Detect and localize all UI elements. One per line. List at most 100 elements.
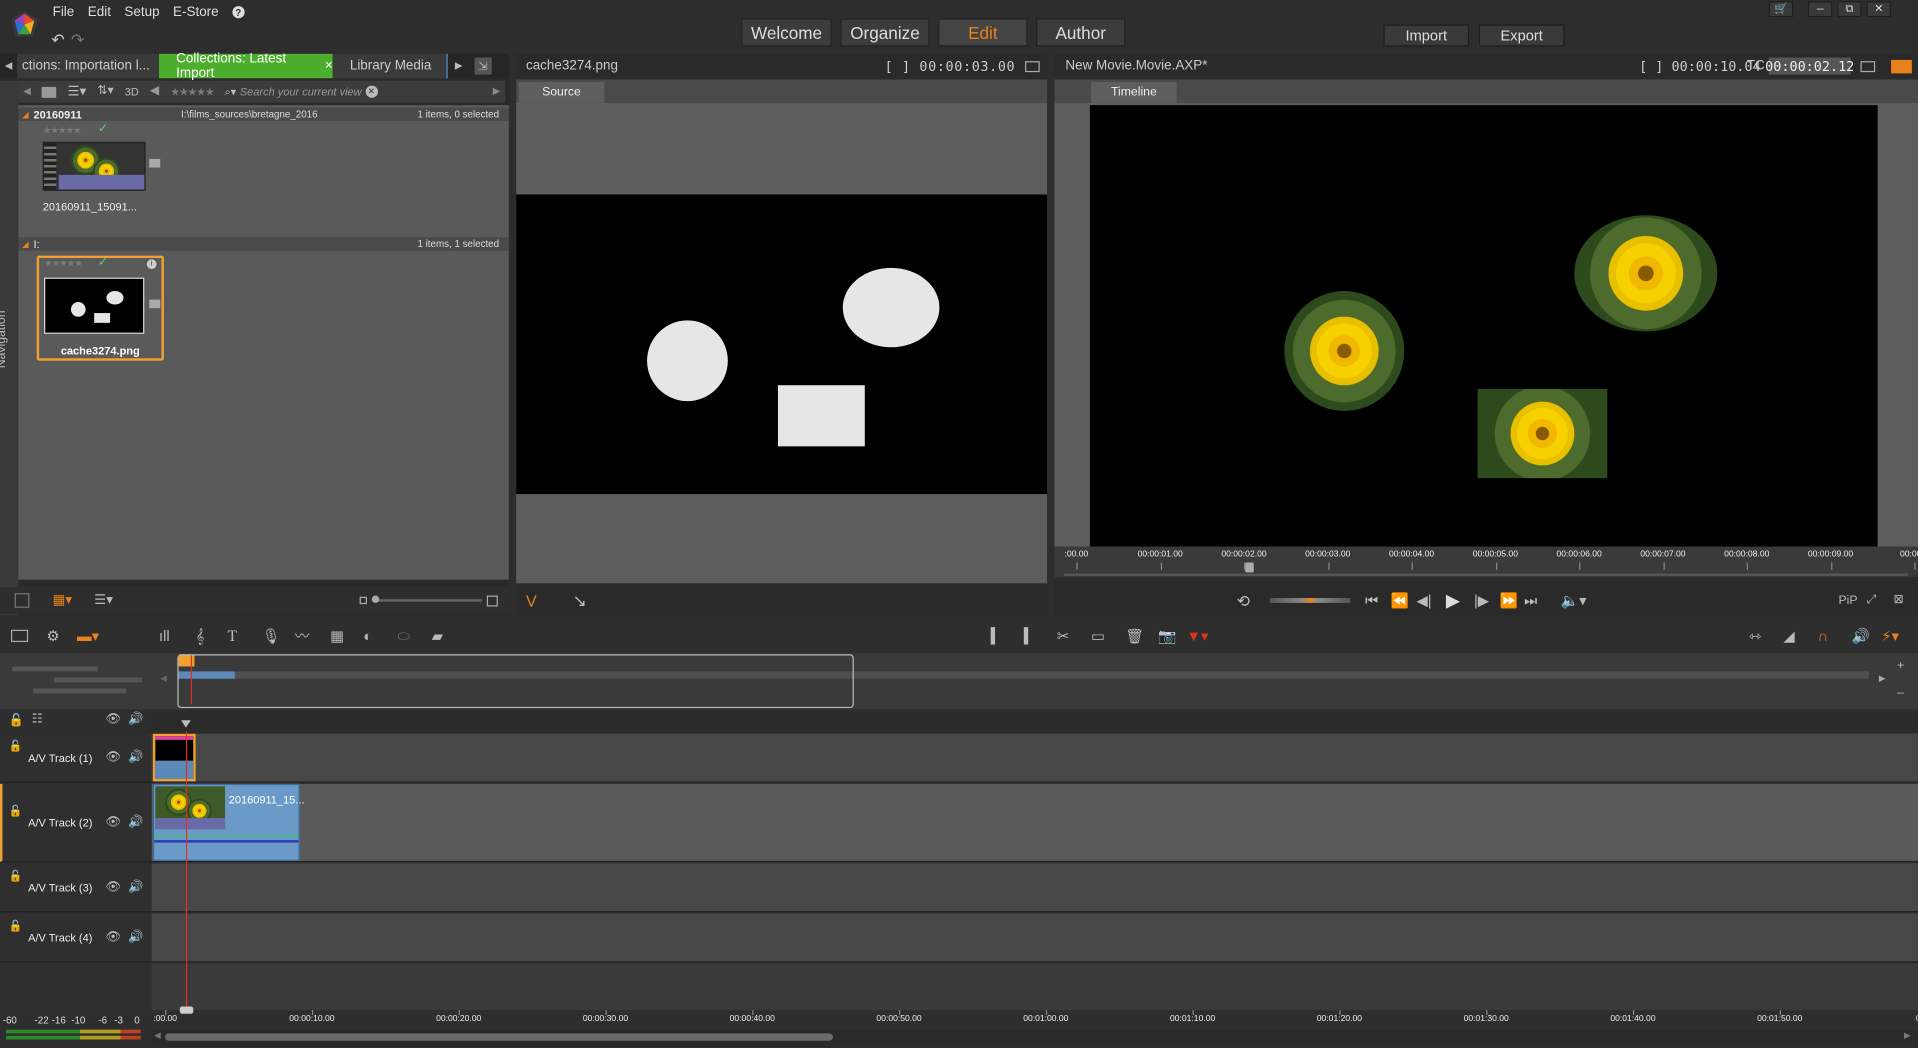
timeline-playhead[interactable]	[185, 731, 188, 1016]
tab-importation[interactable]: ctions: Importation l...	[17, 53, 160, 79]
track-lane[interactable]	[151, 733, 1918, 783]
voiceover-icon[interactable]: 🎙	[262, 629, 281, 644]
storyboard-icon[interactable]	[11, 629, 29, 643]
snapshot-icon[interactable]: 📷	[1158, 629, 1176, 644]
track-audio-icon[interactable]: 🔊	[128, 751, 143, 763]
zoom-in-icon[interactable]	[486, 594, 498, 606]
step-back-icon[interactable]: ◀|	[1416, 593, 1431, 608]
lock-icon[interactable]: 🔓	[9, 870, 23, 882]
restore-button[interactable]: ⧉	[1837, 1, 1862, 18]
marker-icon[interactable]: ▼▾	[1187, 629, 1209, 644]
tab-timeline[interactable]: Timeline	[1091, 81, 1177, 103]
tab-edit[interactable]: Edit	[938, 18, 1028, 47]
group-header[interactable]: ◢ I: 1 items, 1 selected	[18, 237, 509, 251]
folder-icon[interactable]	[41, 86, 57, 98]
smart-mode-icon[interactable]: ⚡▾	[1881, 629, 1899, 644]
next-frame-icon[interactable]: ⏩	[1500, 593, 1518, 608]
magnet-icon[interactable]: ∩	[1818, 629, 1829, 644]
timeline-clip[interactable]: 20160911_15...	[152, 783, 304, 861]
scorefitter-icon[interactable]: 〰	[295, 629, 310, 644]
detach-icon[interactable]	[1860, 60, 1876, 72]
visibility-all-icon[interactable]: 👁	[105, 714, 121, 726]
video-toggle[interactable]: V	[526, 591, 537, 609]
audio-scrub-icon[interactable]: 🔊	[1852, 629, 1870, 644]
grid-view-icon[interactable]: ▦▾	[53, 593, 72, 607]
motion-tracking-icon[interactable]: ⬭	[398, 629, 411, 644]
trim-icon[interactable]: ▭	[1091, 629, 1105, 644]
media-item[interactable]: ★★★★★ ✓ 20160911_15091...	[39, 122, 164, 228]
app-logo[interactable]	[10, 10, 39, 39]
rating-stars-icon[interactable]: ★★★★★	[43, 125, 82, 136]
scrollbar-thumb[interactable]	[165, 1033, 833, 1041]
layout-toggle-icon[interactable]	[1891, 59, 1912, 73]
zoom-out-icon[interactable]	[359, 596, 367, 605]
rating-stars-icon[interactable]: ★★★★★	[44, 258, 83, 269]
thumbnail-size-slider[interactable]	[371, 595, 482, 603]
track-lane[interactable]	[151, 863, 1918, 913]
shuttle-slider[interactable]	[1269, 597, 1351, 603]
pip-button[interactable]: PiP	[1838, 594, 1857, 607]
playhead-handle[interactable]	[179, 1006, 194, 1014]
tab-welcome[interactable]: Welcome	[741, 18, 832, 47]
step-forward-icon[interactable]: |▶	[1474, 593, 1489, 608]
settings-icon[interactable]: ⚙	[46, 629, 59, 644]
previous-frame-icon[interactable]: ⏪	[1391, 593, 1409, 608]
track-audio-icon[interactable]: 🔊	[128, 816, 143, 828]
detach-icon[interactable]	[1025, 60, 1040, 72]
preview-toggle-icon[interactable]	[14, 593, 30, 608]
timeline-clip[interactable]	[152, 733, 196, 782]
lock-all-icon[interactable]: 🔓	[9, 715, 24, 727]
crop-icon[interactable]: ⊠	[1894, 594, 1904, 606]
mark-out-icon[interactable]: ▍	[1024, 629, 1035, 644]
navigator-scroll-right-icon[interactable]: ▶	[1879, 675, 1886, 684]
group-header[interactable]: ◢ 20160911 I:\films_sources\bretagne_201…	[18, 107, 509, 122]
player-ruler[interactable]: :00.00 00:00:01.00 00:00:02.00 00:00:03.00 0…	[1054, 546, 1918, 578]
send-to-timeline-icon[interactable]: ↘	[572, 592, 586, 609]
export-button[interactable]: Export	[1478, 24, 1565, 47]
help-icon[interactable]: ?	[232, 6, 245, 19]
track-settings-icon[interactable]: ☷	[32, 714, 43, 726]
pin-panel-icon[interactable]: ⇲	[474, 57, 492, 75]
visibility-icon[interactable]: 👁	[105, 880, 121, 893]
toolbar-scroll-right-icon[interactable]: ▶	[493, 86, 501, 97]
zoom-fit-icon[interactable]: ⇿	[1749, 629, 1761, 644]
track-header[interactable]: 🔓 A/V Track (1) 👁 🔊	[0, 733, 152, 783]
clear-search-icon[interactable]: ✕	[365, 85, 378, 98]
undo-icon[interactable]: ↶	[51, 32, 64, 48]
visibility-icon[interactable]: 👁	[105, 816, 121, 828]
track-lane[interactable]	[151, 913, 1918, 963]
track-header[interactable]: 🔓 A/V Track (3) 👁 🔊	[0, 863, 152, 913]
rating-filter-icon[interactable]: ★★★★★	[170, 85, 214, 98]
track-audio-icon[interactable]: 🔊	[128, 880, 143, 893]
ripple-icon[interactable]: ◢	[1783, 629, 1794, 644]
track-header[interactable]: 🔓 A/V Track (2) 👁 🔊	[0, 783, 152, 863]
color-correction-icon[interactable]: ◐	[363, 629, 372, 644]
mark-in-icon[interactable]: ▍	[991, 629, 1002, 644]
redo-icon[interactable]: ↷	[71, 32, 84, 48]
lock-icon[interactable]: 🔓	[9, 920, 23, 932]
volume-icon[interactable]: 🔈▾	[1561, 593, 1587, 608]
details-view-icon[interactable]: ☰▾	[94, 593, 113, 607]
close-tab-icon[interactable]: ×	[325, 59, 333, 74]
menu-setup[interactable]: Setup	[124, 5, 159, 20]
tab-author[interactable]: Author	[1036, 18, 1126, 47]
lock-icon[interactable]: 🔓	[9, 740, 23, 752]
play-icon[interactable]: ▶	[1446, 591, 1460, 609]
tabs-scroll-left-icon[interactable]: ◀	[0, 61, 17, 71]
lock-icon[interactable]: 🔓	[9, 805, 23, 817]
playhead-marker-icon[interactable]	[181, 720, 191, 728]
visibility-icon[interactable]: 👁	[105, 931, 121, 943]
audio-all-icon[interactable]: 🔊	[128, 714, 143, 726]
title-icon[interactable]: T	[228, 627, 238, 643]
tc-value-field[interactable]: 00:00:02.12	[1765, 57, 1854, 75]
timeline-scrollbar[interactable]: ◀ ▶	[151, 1029, 1918, 1047]
split-icon[interactable]: ✂	[1057, 629, 1069, 644]
view-3d-button[interactable]: 3D	[125, 86, 139, 98]
navigation-sidebar[interactable]: Navigation	[0, 80, 19, 616]
navigator-scroll-left-icon[interactable]: ◀	[160, 675, 167, 684]
multicam-icon[interactable]: ▦	[330, 629, 344, 644]
tag-icon[interactable]: ◀	[150, 85, 159, 98]
search-input[interactable]: Search your current view	[240, 86, 362, 98]
playhead-handle[interactable]	[1245, 562, 1254, 573]
go-to-start-icon[interactable]: ⏮	[1365, 593, 1378, 608]
